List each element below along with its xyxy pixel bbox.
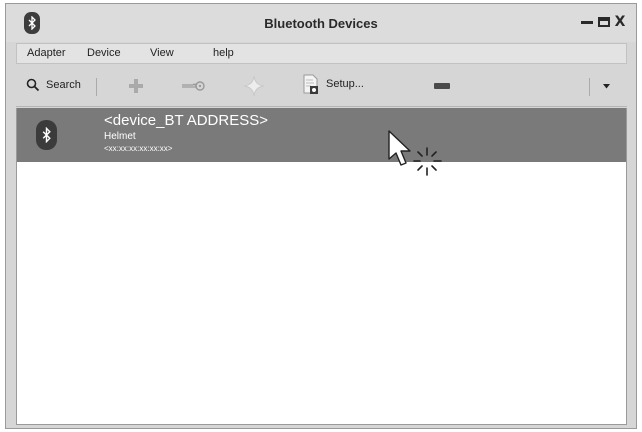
title-bar[interactable]: Bluetooth Devices X [6, 4, 636, 42]
mouse-cursor-icon [388, 130, 442, 176]
minimize-icon [581, 20, 593, 24]
menu-adapter[interactable]: Adapter [27, 47, 66, 59]
add-icon [129, 79, 143, 93]
dropdown-arrow-icon [603, 84, 610, 89]
toolbar-separator [589, 78, 590, 96]
toolbar-separator [96, 78, 97, 96]
search-button[interactable]: Search [26, 78, 81, 92]
remove-icon [434, 83, 450, 89]
setup-label: Setup... [326, 78, 364, 90]
trust-star-icon [243, 75, 265, 97]
device-list[interactable]: <device_BT ADDRESS> Helmet <xx:xx:xx:xx:… [16, 108, 627, 425]
device-name: Helmet [104, 131, 136, 142]
maximize-button[interactable] [597, 15, 611, 29]
menu-device[interactable]: Device [87, 47, 121, 59]
device-mac: <xx:xx:xx:xx:xx:xx> [104, 144, 173, 153]
setup-button[interactable]: Setup... [303, 74, 364, 94]
key-icon [182, 81, 205, 91]
search-label: Search [46, 79, 81, 91]
toolbar-overflow-button[interactable] [603, 84, 610, 89]
trust-button[interactable] [243, 75, 265, 97]
main-window: Bluetooth Devices X Adapter Device View … [5, 3, 637, 429]
pair-button[interactable] [181, 80, 205, 92]
setup-document-icon [303, 74, 318, 94]
add-button[interactable] [128, 78, 144, 94]
device-address: <device_BT ADDRESS> [104, 112, 268, 129]
minimize-button[interactable] [580, 15, 594, 29]
device-row[interactable]: <device_BT ADDRESS> Helmet <xx:xx:xx:xx:… [17, 108, 626, 162]
window-title: Bluetooth Devices [264, 16, 378, 31]
maximize-icon [598, 17, 610, 27]
bluetooth-icon [36, 120, 57, 150]
toolbar: Search Setup... [16, 65, 627, 107]
remove-button[interactable] [434, 83, 450, 89]
menu-view[interactable]: View [150, 47, 174, 59]
search-icon [26, 78, 40, 92]
menu-help[interactable]: help [213, 47, 234, 59]
menu-bar: Adapter Device View help [16, 43, 627, 64]
close-button[interactable]: X [610, 15, 630, 29]
